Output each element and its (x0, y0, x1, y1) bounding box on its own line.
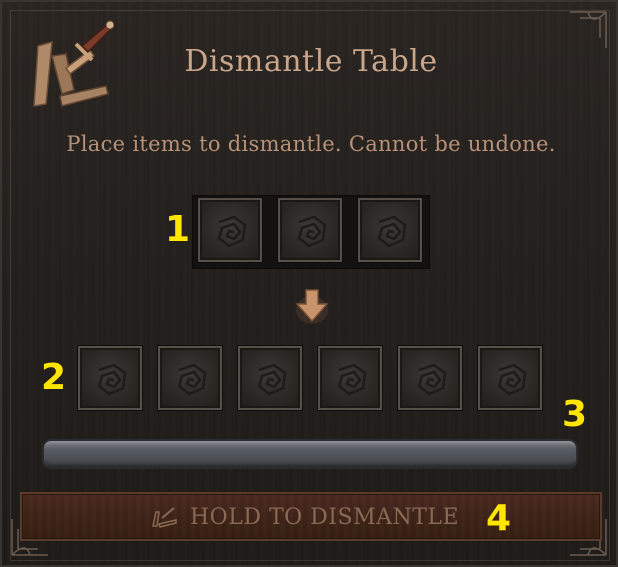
hold-to-dismantle-button[interactable]: HOLD TO DISMANTLE (20, 492, 602, 541)
output-slot-3[interactable] (238, 346, 302, 410)
empty-slot-spiral-icon (257, 363, 287, 396)
dismantle-progress-bar (42, 439, 578, 469)
empty-slot-spiral-icon (417, 363, 447, 396)
empty-slot-spiral-icon (97, 363, 127, 396)
empty-slot-spiral-icon (497, 363, 527, 396)
dismantle-table-window: Dismantle Table Place items to dismantle… (0, 0, 618, 567)
annotation-2: 2 (41, 357, 67, 398)
empty-slot-spiral-icon (217, 215, 247, 248)
annotation-1: 1 (165, 209, 191, 250)
input-slot-2[interactable] (278, 198, 342, 262)
empty-slot-spiral-icon (177, 363, 207, 396)
empty-slot-spiral-icon (297, 215, 327, 248)
annotation-3: 3 (562, 394, 588, 435)
dismantle-hammer-icon (150, 504, 180, 530)
output-slot-6[interactable] (478, 346, 542, 410)
output-slot-5[interactable] (398, 346, 462, 410)
output-slot-4[interactable] (318, 346, 382, 410)
empty-slot-spiral-icon (377, 215, 407, 248)
empty-slot-spiral-icon (337, 363, 367, 396)
arrow-down-icon (290, 284, 334, 328)
window-title: Dismantle Table (184, 44, 438, 79)
output-slot-1[interactable] (78, 346, 142, 410)
annotation-4: 4 (486, 498, 512, 539)
input-slot-1[interactable] (198, 198, 262, 262)
instruction-text: Place items to dismantle. Cannot be undo… (66, 132, 556, 156)
input-slot-3[interactable] (358, 198, 422, 262)
button-label: HOLD TO DISMANTLE (190, 505, 460, 530)
output-slot-2[interactable] (158, 346, 222, 410)
